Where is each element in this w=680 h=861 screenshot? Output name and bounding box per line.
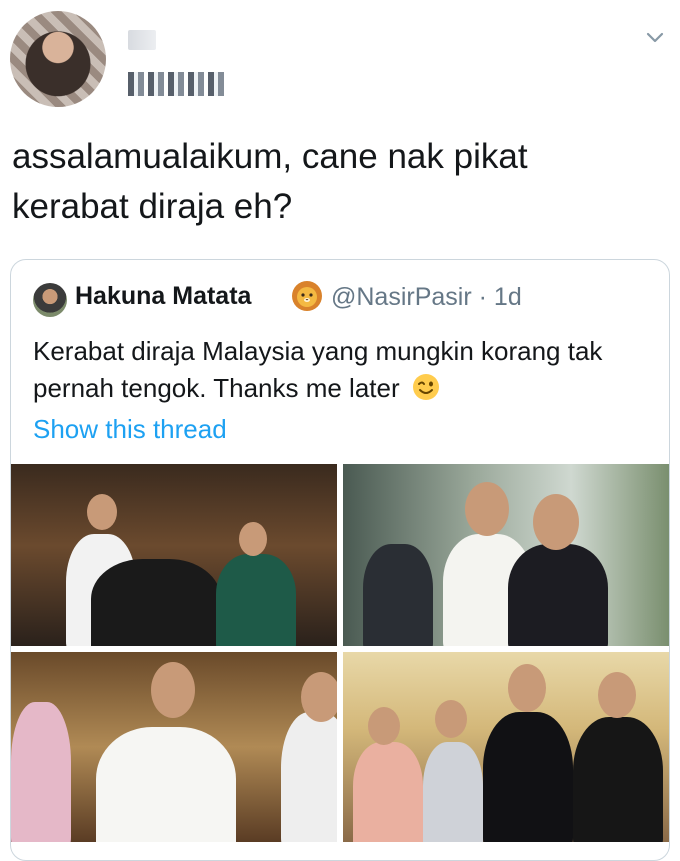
photo-2[interactable] xyxy=(343,464,669,646)
media-grid xyxy=(11,464,669,860)
quoted-tweet-time[interactable]: · 1d xyxy=(479,283,522,311)
quoted-tweet-text: Kerabat diraja Malaysia yang mungkin kor… xyxy=(33,336,603,403)
tweet-text: assalamualaikum, cane nak pikat kerabat … xyxy=(12,137,528,226)
photo-3[interactable] xyxy=(11,652,337,842)
quoted-author-avatar[interactable] xyxy=(33,283,67,317)
lion-face-icon xyxy=(292,281,322,311)
quoted-tweet-text-container: Kerabat diraja Malaysia yang mungkin kor… xyxy=(33,333,653,407)
photo-4[interactable] xyxy=(343,652,669,842)
photo-1[interactable] xyxy=(11,464,337,646)
chevron-down-icon[interactable] xyxy=(644,26,666,48)
quoted-tweet-card[interactable]: Hakuna Matata @NasirPasir · 1d Kerabat d… xyxy=(10,259,670,861)
quoted-author-name[interactable]: Hakuna Matata xyxy=(75,282,251,311)
quoted-author-handle[interactable]: @NasirPasir xyxy=(331,283,472,311)
author-avatar[interactable] xyxy=(10,11,106,107)
winking-face-icon xyxy=(412,374,439,400)
author-name-blurred[interactable] xyxy=(128,30,156,50)
show-thread-link[interactable]: Show this thread xyxy=(33,414,227,445)
author-handle-blurred[interactable] xyxy=(128,72,226,96)
